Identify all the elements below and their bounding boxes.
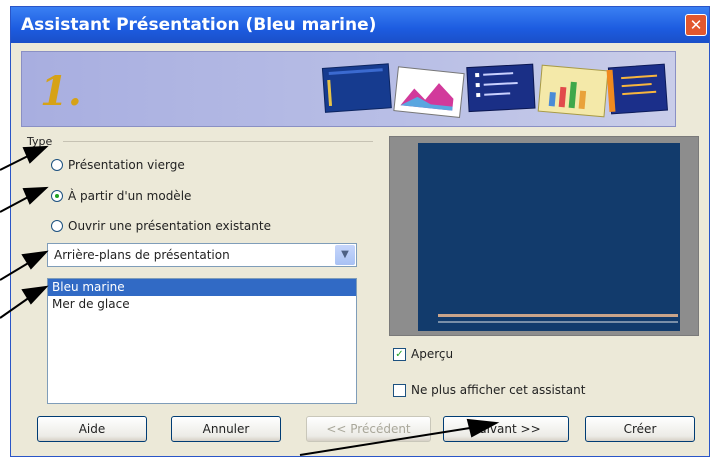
- annotation-arrow: [299, 427, 471, 456]
- arrow-head-icon: [22, 186, 49, 205]
- annotation-arrow: [0, 261, 31, 281]
- arrow-head-icon: [21, 250, 49, 270]
- arrow-head-icon: [22, 145, 49, 164]
- annotation-arrow: [0, 296, 31, 319]
- arrow-head-icon: [466, 418, 500, 438]
- annotation-arrow: [0, 195, 31, 213]
- annotation-arrows: [0, 145, 500, 456]
- annotation-arrow: [0, 154, 31, 171]
